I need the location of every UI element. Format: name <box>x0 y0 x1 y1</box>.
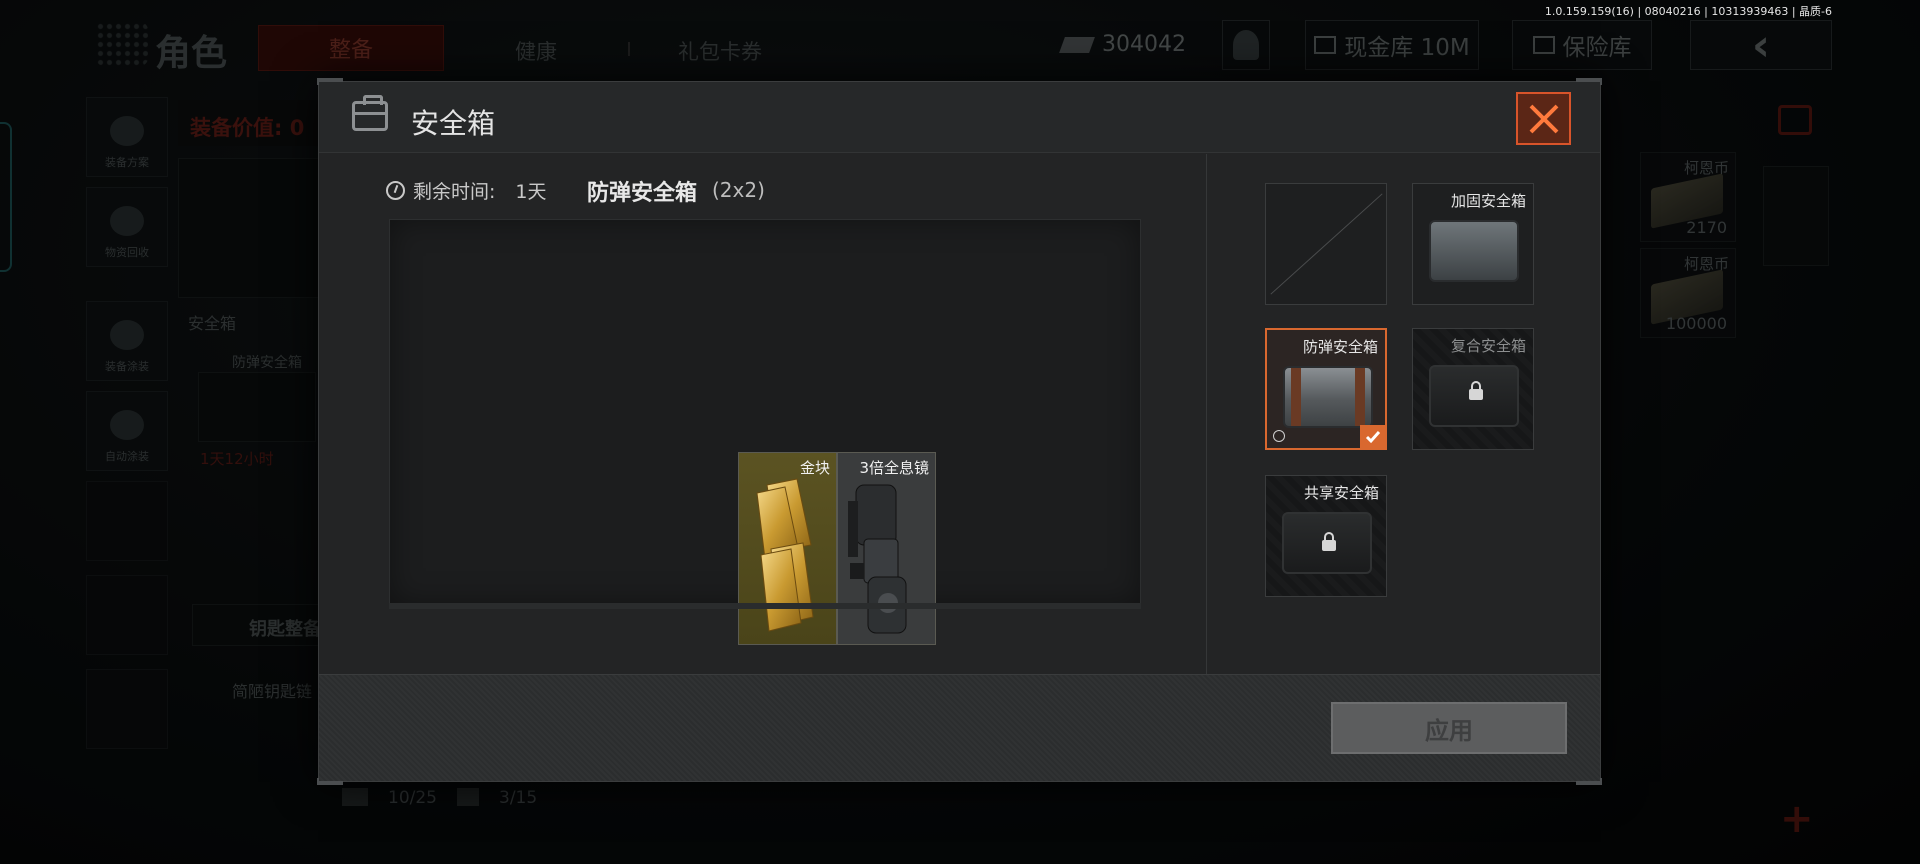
grid-footer-bar <box>389 603 1141 609</box>
box-band <box>1355 368 1365 426</box>
tab-health[interactable]: 健康 <box>515 36 557 66</box>
side-action-button[interactable] <box>1763 166 1829 266</box>
safebox-name: 防弹安全箱 <box>587 181 698 206</box>
brush-icon <box>110 410 144 440</box>
safebox-item-thumb[interactable] <box>198 372 316 442</box>
inventory-item-coin[interactable]: 柯恩币 100000 <box>1640 248 1736 338</box>
chevron-left-icon: ‹ <box>1751 19 1771 71</box>
slot-label: 复合安全箱 <box>1450 337 1526 355</box>
safe-icon <box>1532 36 1555 54</box>
cash-icon <box>1059 36 1095 53</box>
modal-header: 安全箱 <box>319 82 1600 153</box>
safebox-slot-bulletproof[interactable]: 防弹安全箱 <box>1265 328 1387 450</box>
bulletproof-safebox-icon <box>1283 366 1373 428</box>
key-setup-button[interactable]: 钥匙整备 <box>192 604 322 646</box>
character-logo-icon <box>96 22 148 66</box>
vault-icon <box>1314 36 1337 54</box>
safebox-slot-shared[interactable]: 共享安全箱 <box>1265 475 1387 597</box>
operator-button[interactable] <box>1222 20 1270 70</box>
dock-label: 物资回收 <box>105 246 149 259</box>
recycle-icon <box>110 206 144 236</box>
safe-vault-button[interactable]: 保险库 <box>1512 20 1652 70</box>
gold-bars-icon <box>756 478 814 632</box>
reinforced-safebox-icon <box>1429 220 1519 282</box>
safebox-modal: 安全箱 剩余时间: 1天 防弹安全箱 (2x2) 金块 3倍全息镜 加固安全箱 … <box>317 78 1602 785</box>
clock-icon <box>386 181 405 200</box>
safebox-slot-empty[interactable] <box>1265 183 1387 305</box>
box-band <box>1291 368 1301 426</box>
plus-icon[interactable]: + <box>1780 796 1814 842</box>
dock-label: 装备涂装 <box>105 360 149 373</box>
item-gold-bars[interactable]: 金块 <box>738 452 837 645</box>
safebox-grid: 金块 3倍全息镜 <box>389 219 1141 645</box>
safebox-slot-composite[interactable]: 复合安全箱 <box>1412 328 1534 450</box>
bottom-stats: 10/25 3/15 <box>342 788 537 808</box>
dock-equipment-paint[interactable]: 装备涂装 <box>86 301 168 381</box>
safebox-section-label: 安全箱 <box>188 314 237 333</box>
safebox-slot-reinforced[interactable]: 加固安全箱 <box>1412 183 1534 305</box>
tab-loadout[interactable]: 整备 <box>258 25 444 71</box>
inventory-item-coin[interactable]: 柯恩币 2170 <box>1640 152 1736 242</box>
close-button[interactable] <box>1516 92 1571 145</box>
slot-label: 共享安全箱 <box>1303 484 1379 502</box>
dock-recycle[interactable]: 物资回收 <box>86 187 168 267</box>
page-title: 角色 <box>155 33 228 74</box>
currency-amount: 304042 <box>1102 32 1186 57</box>
bullet-icon <box>342 788 368 806</box>
left-dock: 装备方案 物资回收 装备涂装 自动涂装 <box>86 97 168 763</box>
keychain-label: 简陋钥匙链 <box>232 682 313 701</box>
operator-icon <box>1233 30 1259 60</box>
check-icon <box>1360 425 1386 449</box>
equip-panel <box>178 158 328 298</box>
dock-auto-paint[interactable]: 自动涂装 <box>86 391 168 471</box>
remaining-time: 剩余时间: 1天 <box>386 177 547 204</box>
bandage-icon <box>457 788 479 806</box>
briefcase-icon <box>352 95 388 131</box>
dock-label: 自动涂装 <box>105 450 149 463</box>
dock-loadout-plan[interactable]: 装备方案 <box>86 97 168 177</box>
safebox-size: (2x2) <box>712 178 765 202</box>
safebox-remaining: 1天12小时 <box>200 450 274 468</box>
panel-divider <box>1206 154 1207 676</box>
key-setup-label: 钥匙整备 <box>249 619 321 640</box>
slot-label: 加固安全箱 <box>1450 192 1526 210</box>
item-qty: 2170 <box>1686 218 1727 237</box>
cash-vault-label: 现金库 10M <box>1344 35 1470 61</box>
timer-value: 1天 <box>515 181 547 203</box>
apply-button[interactable]: 应用 <box>1331 702 1567 754</box>
safebox-item-name: 防弹安全箱 <box>232 355 302 371</box>
layers-icon[interactable] <box>1778 105 1812 135</box>
dock-empty-slot <box>86 575 168 655</box>
tab-separator <box>628 42 630 56</box>
safe-vault-label: 保险库 <box>1562 35 1632 61</box>
version-info: 1.0.159.159(16) | 08040216 | 10313939463… <box>1544 5 1832 18</box>
lock-icon <box>1469 381 1483 400</box>
slot-label: 防弹安全箱 <box>1302 338 1378 356</box>
medical-count: 3/15 <box>499 788 538 808</box>
close-icon <box>1529 104 1558 133</box>
item-holo-scope[interactable]: 3倍全息镜 <box>837 452 936 645</box>
left-edge-accent <box>0 122 12 272</box>
lock-icon <box>1322 532 1336 551</box>
dock-empty-slot <box>86 481 168 561</box>
modal-title: 安全箱 <box>411 107 496 140</box>
item-qty: 100000 <box>1665 314 1727 333</box>
dock-empty-slot <box>86 669 168 749</box>
dock-label: 装备方案 <box>105 156 149 169</box>
ammo-count: 10/25 <box>388 788 437 808</box>
currency-display: 304042 <box>1059 32 1186 57</box>
holo-scope-icon <box>848 484 907 634</box>
equip-value: 装备价值: 0 <box>178 100 328 146</box>
cash-vault-button[interactable]: 现金库 10M <box>1305 20 1479 70</box>
tab-gift-coupons[interactable]: 礼包卡券 <box>678 36 762 66</box>
helmet-paint-icon <box>110 320 144 350</box>
timer-label: 剩余时间: <box>413 181 496 203</box>
back-button[interactable]: ‹ <box>1690 19 1832 71</box>
helmet-icon <box>110 116 144 146</box>
info-icon[interactable] <box>1273 430 1285 442</box>
